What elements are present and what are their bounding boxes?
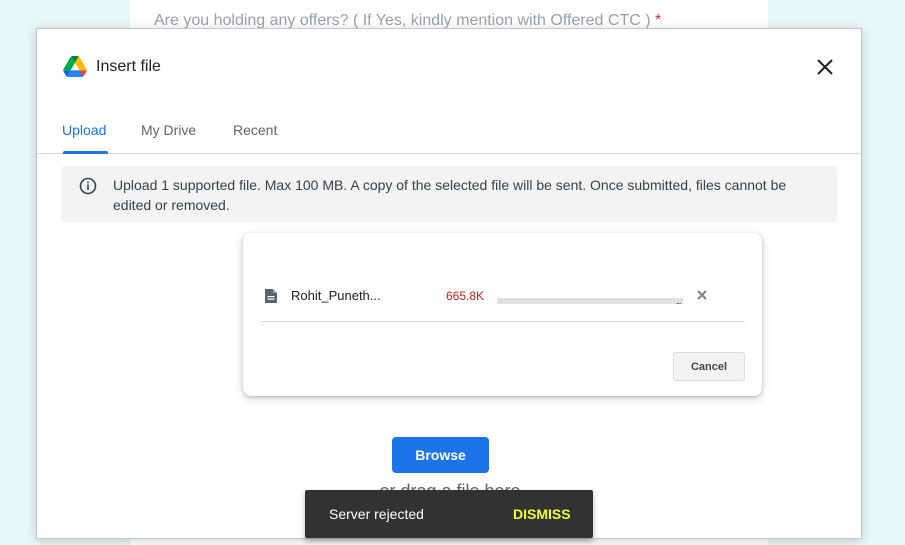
- dialog-title: Insert file: [96, 58, 161, 75]
- required-mark: *: [655, 12, 662, 29]
- cancel-button[interactable]: Cancel: [673, 352, 745, 381]
- tab-upload[interactable]: Upload: [62, 122, 106, 138]
- upload-progress-bar: [497, 298, 683, 304]
- remove-file-icon[interactable]: [695, 288, 709, 302]
- file-row: Rohit_Puneth... 665.8K ...: [260, 265, 745, 322]
- insert-file-dialog: Insert file Upload My Drive Recent Uploa…: [36, 28, 862, 539]
- progress-ellipsis: ...: [676, 296, 681, 306]
- info-icon: [79, 177, 97, 195]
- snackbar: Server rejected DISMISS: [305, 490, 593, 538]
- document-icon: [265, 289, 277, 303]
- background-question-text: Are you holding any offers? ( If Yes, ki…: [154, 12, 651, 29]
- info-banner: Upload 1 supported file. Max 100 MB. A c…: [61, 166, 837, 222]
- tab-my-drive[interactable]: My Drive: [141, 122, 196, 138]
- tab-bar: Upload My Drive Recent: [37, 105, 861, 154]
- close-icon[interactable]: [813, 55, 837, 79]
- upload-progress-card: Rohit_Puneth... 665.8K ... Cancel: [243, 233, 762, 396]
- file-size: 665.8K: [446, 289, 485, 303]
- browse-button[interactable]: Browse: [392, 437, 489, 473]
- dismiss-button[interactable]: DISMISS: [513, 506, 571, 522]
- google-drive-icon: [63, 56, 87, 77]
- tab-recent[interactable]: Recent: [233, 122, 277, 138]
- dialog-header: Insert file: [37, 29, 861, 105]
- file-name: Rohit_Puneth...: [291, 288, 381, 303]
- info-text: Upload 1 supported file. Max 100 MB. A c…: [113, 177, 787, 213]
- active-tab-indicator: [63, 151, 108, 154]
- upload-progress-fill: [497, 298, 683, 304]
- snackbar-message: Server rejected: [329, 506, 424, 522]
